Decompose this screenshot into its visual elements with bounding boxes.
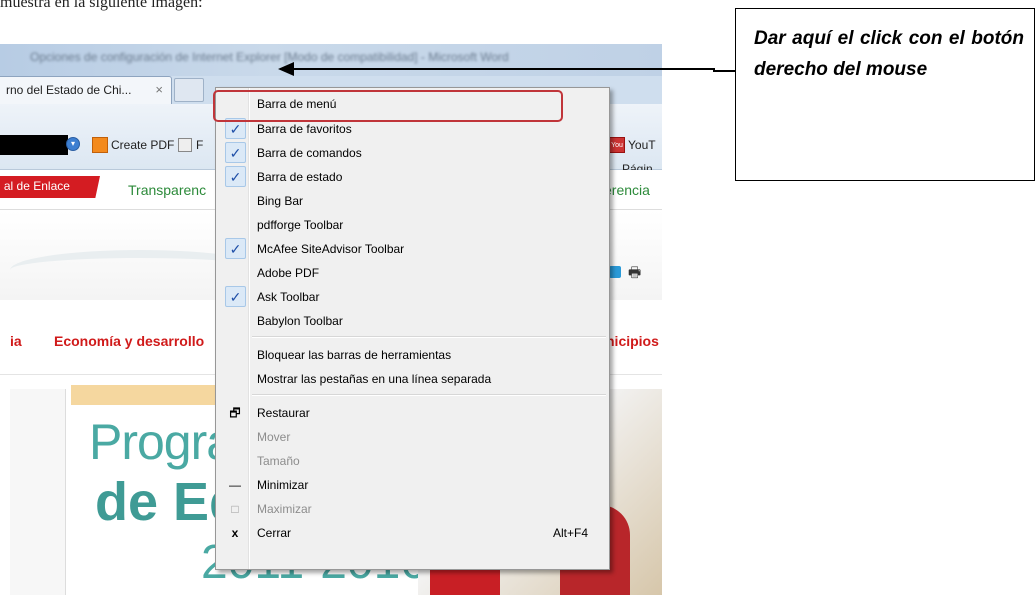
menu-item[interactable]: ✓ Ask Toolbar [218, 285, 608, 309]
menu-item-label: Adobe PDF [257, 266, 320, 280]
menu-item: Mover [218, 425, 608, 449]
menu-item[interactable]: Bing Bar [218, 189, 608, 213]
left-panel [10, 389, 66, 595]
enlace-tab-label: al de Enlace [3, 179, 70, 193]
youtube-icon: You [609, 137, 625, 153]
referencia-link[interactable]: erencia [604, 182, 650, 198]
context-menu: Barra de menú ✓ Barra de favoritos ✓ Barra d… [215, 87, 610, 570]
menu-separator [252, 394, 606, 396]
menu-item-label: Ask Toolbar [257, 290, 320, 304]
tab-close-icon[interactable]: × [155, 82, 163, 97]
minimize-icon: — [229, 478, 241, 492]
create-pdf-icon [92, 137, 108, 153]
annotation-arrow [278, 62, 735, 76]
create-pdf-button[interactable]: Create PDF [111, 138, 174, 152]
close-icon: x [231, 526, 239, 540]
menu-separator [252, 336, 606, 338]
enlace-tab[interactable]: al de Enlace [0, 176, 101, 198]
new-tab-button[interactable] [174, 78, 204, 102]
menu-item[interactable]: ✓ McAfee SiteAdvisor Toolbar [218, 237, 608, 261]
menu-item: □ Maximizar [218, 497, 608, 521]
checkmark-icon: ✓ [225, 238, 246, 259]
menu-item[interactable]: ✓ Barra de estado [218, 165, 608, 189]
menu-item-label: Barra de comandos [257, 146, 362, 160]
tab-label: rno del Estado de Chi... [6, 83, 132, 97]
menu-item[interactable]: Mostrar las pestañas en una línea separa… [218, 367, 608, 391]
menu-item[interactable]: Adobe PDF [218, 261, 608, 285]
menu-item[interactable]: ✓ Barra de comandos [218, 141, 608, 165]
menu-item[interactable]: Babylon Toolbar [218, 309, 608, 333]
menu-item[interactable]: — Minimizar [218, 473, 608, 497]
menu-item-label: pdfforge Toolbar [257, 218, 344, 232]
search-dropdown-icon[interactable]: ▾ [66, 137, 80, 151]
menu-item-label: Minimizar [257, 478, 309, 492]
checkmark-icon: ✓ [225, 286, 246, 307]
arrow-line [280, 68, 735, 72]
menu-item-label: Cerrar [257, 526, 292, 540]
menu-item-label: Mover [257, 430, 291, 444]
annotation-callout: Dar aquí el click con el botón derecho d… [735, 8, 1035, 181]
restore-icon: 🗗 [229, 406, 241, 420]
menu-item[interactable]: pdfforge Toolbar [218, 213, 608, 237]
category-link-municipios[interactable]: nicipios [606, 333, 659, 349]
pdf-select-label[interactable]: F [196, 138, 203, 152]
annotation-text: Dar aquí el click con el botón derecho d… [754, 28, 1024, 80]
menu-item-label: Bloquear las barras de herramientas [257, 348, 452, 362]
menu-item-label: Barra de estado [257, 170, 343, 184]
redacted-search-field[interactable] [0, 135, 68, 155]
category-link-left[interactable]: ia [10, 333, 22, 349]
menu-item[interactable]: Bloquear las barras de herramientas [218, 343, 608, 367]
menu-item-accelerator: Alt+F4 [552, 526, 588, 540]
menu-item-label: Mostrar las pestañas en una línea separa… [257, 372, 492, 386]
checkmark-icon: ✓ [225, 166, 246, 187]
menu-item-label: McAfee SiteAdvisor Toolbar [257, 242, 405, 256]
browser-tab[interactable]: rno del Estado de Chi... × [0, 76, 172, 104]
pdf-select-icon [178, 138, 192, 152]
menu-item-label: Babylon Toolbar [257, 314, 343, 328]
document-intro-text: muestra en la siguiente imagen: [0, 0, 203, 11]
page: muestra en la siguiente imagen: Opciones… [0, 0, 1035, 595]
menu-item-label: Barra de favoritos [257, 122, 352, 136]
transparencia-link[interactable]: Transparenc [128, 182, 206, 198]
menu-item-label: Maximizar [257, 502, 312, 516]
menu-item-label: Bing Bar [257, 194, 304, 208]
checkmark-icon: ✓ [225, 142, 246, 163]
arrow-head [278, 62, 294, 76]
twitter-icon[interactable] [609, 266, 621, 278]
menu-item[interactable]: x Cerrar Alt+F4 [218, 521, 608, 545]
maximize-icon: □ [231, 502, 239, 516]
category-link-economia[interactable]: Economía y desarrollo [54, 333, 204, 349]
menu-item-label: Restaurar [257, 406, 310, 420]
youtube-button[interactable]: YouT [628, 138, 656, 152]
menu-item: Tamaño [218, 449, 608, 473]
print-icon[interactable]: 🖶 [628, 262, 641, 286]
menu-item-label: Tamaño [257, 454, 300, 468]
menu-item[interactable]: 🗗 Restaurar [218, 401, 608, 425]
